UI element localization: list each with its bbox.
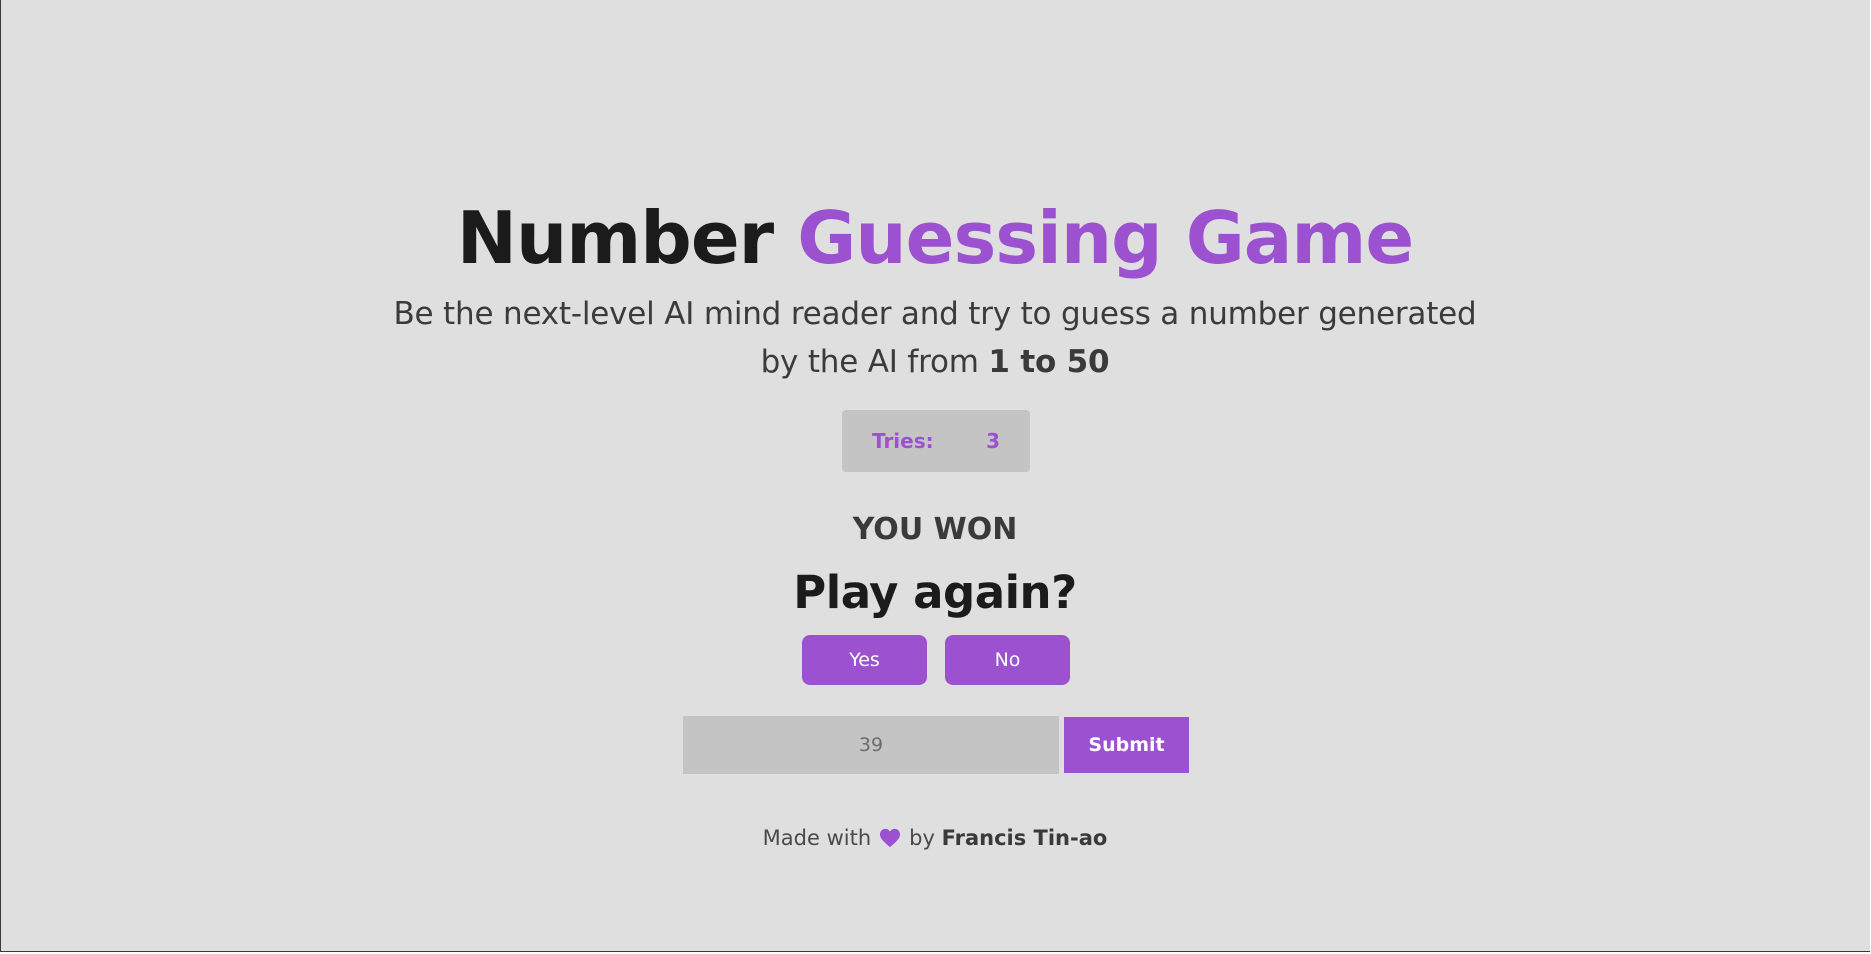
submit-button[interactable]: Submit xyxy=(1064,717,1189,773)
play-again-prompt: Play again? xyxy=(793,566,1077,619)
tries-label: Tries: xyxy=(872,429,934,453)
game-container: Number Guessing Game Be the next-level A… xyxy=(0,0,1870,952)
heart-icon xyxy=(880,828,901,848)
result-status: YOU WON xyxy=(852,512,1018,547)
guess-input[interactable] xyxy=(683,716,1059,774)
subtitle-range: 1 to 50 xyxy=(988,344,1110,380)
tries-counter: Tries: 3 xyxy=(842,410,1030,472)
no-button[interactable]: No xyxy=(945,635,1070,685)
footer-author: Francis Tin-ao xyxy=(941,826,1108,850)
tries-value: 3 xyxy=(986,429,1000,453)
yes-button[interactable]: Yes xyxy=(802,635,927,685)
footer: Made with by Francis Tin-ao xyxy=(0,826,1870,850)
title-part-2-accent: Guessing Game xyxy=(797,196,1414,280)
subtitle: Be the next-level AI mind reader and try… xyxy=(385,290,1485,386)
footer-by: by xyxy=(909,826,935,850)
footer-prefix: Made with xyxy=(762,826,872,850)
page-title: Number Guessing Game xyxy=(0,196,1870,280)
subtitle-text: Be the next-level AI mind reader and try… xyxy=(393,296,1477,380)
title-part-1: Number xyxy=(456,196,774,280)
